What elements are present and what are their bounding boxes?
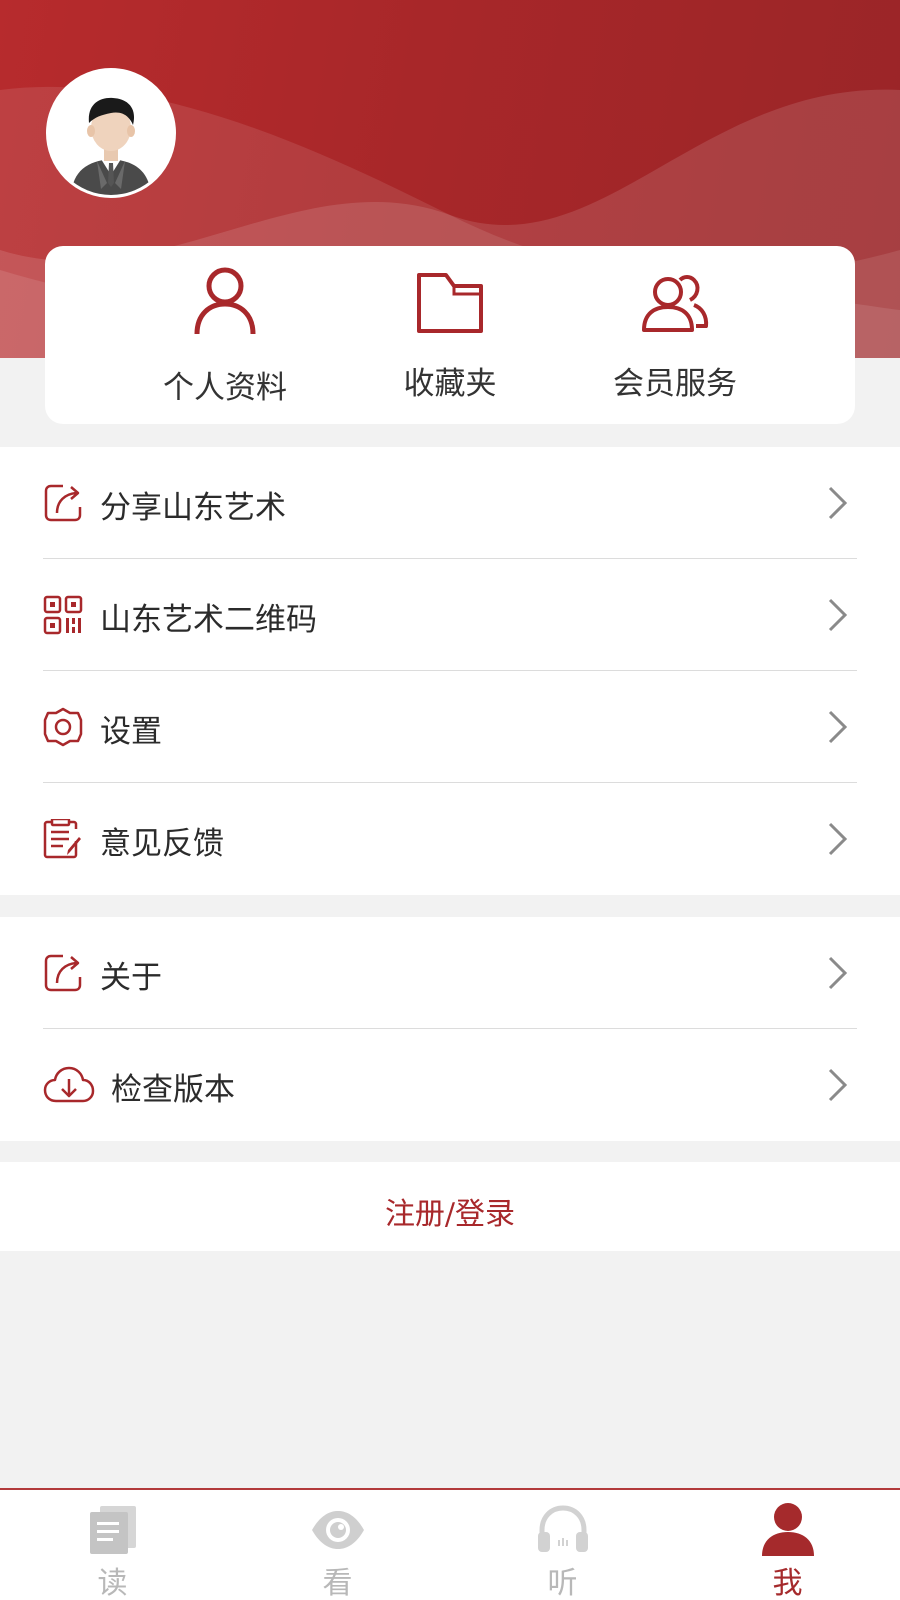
tab-label: 读 bbox=[97, 1566, 128, 1600]
chevron-right-icon bbox=[828, 822, 848, 856]
menu-item-label: 山东艺术二维码 bbox=[100, 602, 317, 638]
gear-icon bbox=[43, 707, 83, 747]
chevron-right-icon bbox=[828, 486, 848, 520]
menu-item-feedback[interactable]: 意见反馈 bbox=[0, 783, 900, 895]
chevron-right-icon bbox=[828, 956, 848, 990]
chevron-right-icon bbox=[828, 1068, 848, 1102]
tab-label: 看 bbox=[322, 1566, 353, 1600]
headphones-icon bbox=[537, 1505, 588, 1552]
menu-item-settings[interactable]: 设置 bbox=[0, 671, 900, 783]
feedback-icon bbox=[43, 819, 81, 859]
menu-group-secondary: 关于 检查版本 bbox=[0, 917, 900, 1141]
tab-listen[interactable]: 听 bbox=[450, 1490, 675, 1600]
tab-watch[interactable]: 看 bbox=[225, 1490, 450, 1600]
menu-item-about[interactable]: 关于 bbox=[0, 917, 900, 1029]
menu-item-label: 意见反馈 bbox=[100, 826, 224, 862]
members-icon bbox=[642, 275, 709, 332]
tab-me[interactable]: 我 bbox=[675, 1490, 900, 1600]
menu-item-label: 关于 bbox=[100, 960, 162, 996]
menu-item-share[interactable]: 分享山东艺术 bbox=[0, 447, 900, 559]
register-login-button[interactable]: 注册/登录 bbox=[0, 1162, 900, 1251]
cloud-download-icon bbox=[43, 1066, 95, 1103]
share-icon bbox=[44, 954, 82, 992]
tab-read[interactable]: 读 bbox=[0, 1490, 225, 1600]
menu-item-check-version[interactable]: 检查版本 bbox=[0, 1029, 900, 1141]
menu-item-qr-code[interactable]: 山东艺术二维码 bbox=[0, 559, 900, 671]
quick-action-favorites[interactable]: 收藏夹 bbox=[360, 246, 540, 424]
share-icon bbox=[44, 484, 82, 522]
quick-action-membership[interactable]: 会员服务 bbox=[585, 246, 765, 424]
avatar[interactable] bbox=[46, 68, 176, 198]
default-male-avatar-icon bbox=[49, 71, 173, 195]
chevron-right-icon bbox=[828, 710, 848, 744]
quick-action-label: 个人资料 bbox=[163, 370, 287, 406]
register-login-label: 注册/登录 bbox=[384, 1197, 516, 1232]
menu-item-label: 检查版本 bbox=[111, 1072, 235, 1108]
quick-action-label: 会员服务 bbox=[613, 366, 737, 402]
read-icon bbox=[89, 1506, 136, 1554]
user-icon bbox=[761, 1503, 814, 1556]
qr-code-icon bbox=[43, 595, 83, 635]
menu-group-main: 分享山东艺术 山东艺术二维码 设置 意见反馈 bbox=[0, 447, 900, 895]
menu-item-label: 分享山东艺术 bbox=[100, 490, 286, 526]
quick-actions-card: 个人资料 收藏夹 会员服务 bbox=[45, 246, 855, 424]
eye-icon bbox=[311, 1511, 364, 1549]
chevron-right-icon bbox=[828, 598, 848, 632]
quick-action-profile[interactable]: 个人资料 bbox=[135, 246, 315, 424]
folder-icon bbox=[417, 273, 483, 333]
menu-item-label: 设置 bbox=[100, 714, 162, 750]
person-icon bbox=[194, 267, 256, 335]
tab-label: 听 bbox=[547, 1566, 578, 1600]
quick-action-label: 收藏夹 bbox=[403, 366, 497, 402]
bottom-tab-bar: 读 看 听 我 bbox=[0, 1488, 900, 1600]
tab-label: 我 bbox=[772, 1566, 803, 1600]
